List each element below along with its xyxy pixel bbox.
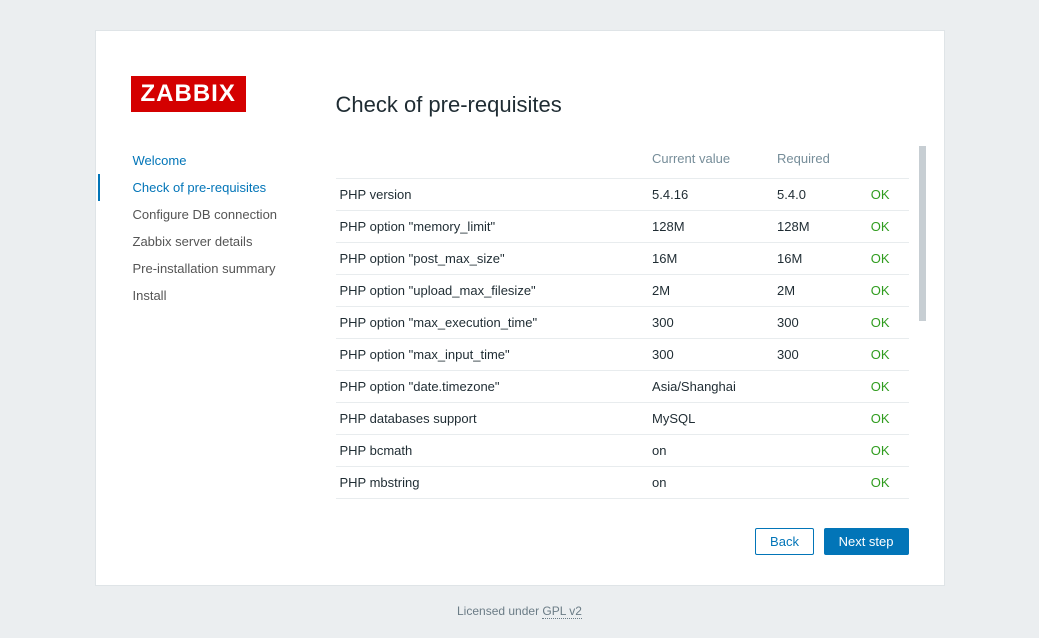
- back-button[interactable]: Back: [755, 528, 814, 555]
- main-content: Check of pre-requisites Current value Re…: [311, 147, 944, 555]
- cell-current-value: off: [648, 499, 773, 504]
- table-row: PHP option "post_max_size"16M16MOK: [336, 243, 909, 275]
- cell-name: PHP option "mbstring.func_overload": [336, 499, 649, 504]
- cell-current-value: 16M: [648, 243, 773, 275]
- cell-status: OK: [867, 435, 909, 467]
- button-bar: Back Next step: [336, 528, 909, 555]
- cell-status: OK: [867, 371, 909, 403]
- setup-panel: ZABBIX WelcomeCheck of pre-requisitesCon…: [95, 30, 945, 586]
- sidebar-item-step-0[interactable]: Welcome: [98, 147, 311, 174]
- cell-status: OK: [867, 499, 909, 504]
- cell-name: PHP bcmath: [336, 435, 649, 467]
- table-row: PHP option "upload_max_filesize"2M2MOK: [336, 275, 909, 307]
- cell-name: PHP option "max_input_time": [336, 339, 649, 371]
- footer-text: Licensed under: [457, 604, 542, 618]
- cell-required-value: off: [773, 499, 867, 504]
- table-row: PHP bcmathon OK: [336, 435, 909, 467]
- table-row: PHP option "mbstring.func_overload"offof…: [336, 499, 909, 504]
- cell-current-value: on: [648, 467, 773, 499]
- cell-current-value: 2M: [648, 275, 773, 307]
- cell-required-value: 5.4.0: [773, 179, 867, 211]
- cell-current-value: 5.4.16: [648, 179, 773, 211]
- cell-name: PHP option "max_execution_time": [336, 307, 649, 339]
- table-row: PHP option "max_input_time"300300OK: [336, 339, 909, 371]
- cell-current-value: Asia/Shanghai: [648, 371, 773, 403]
- cell-status: OK: [867, 339, 909, 371]
- footer: Licensed under GPL v2: [0, 604, 1039, 618]
- sidebar-item-step-3[interactable]: Zabbix server details: [98, 228, 311, 255]
- cell-status: OK: [867, 403, 909, 435]
- cell-current-value: 300: [648, 339, 773, 371]
- sidebar-item-step-1[interactable]: Check of pre-requisites: [98, 174, 311, 201]
- page-title: Check of pre-requisites: [336, 92, 909, 118]
- cell-current-value: 128M: [648, 211, 773, 243]
- col-header-required: Required: [773, 143, 867, 179]
- col-header-current: Current value: [648, 143, 773, 179]
- cell-name: PHP databases support: [336, 403, 649, 435]
- gpl-license-link[interactable]: GPL v2: [542, 604, 582, 619]
- cell-required-value: 300: [773, 339, 867, 371]
- sidebar-item-step-2[interactable]: Configure DB connection: [98, 201, 311, 228]
- cell-status: OK: [867, 179, 909, 211]
- cell-required-value: 300: [773, 307, 867, 339]
- table-row: PHP version5.4.165.4.0OK: [336, 179, 909, 211]
- cell-status: OK: [867, 275, 909, 307]
- table-row: PHP option "memory_limit"128M128MOK: [336, 211, 909, 243]
- cell-required-value: 2M: [773, 275, 867, 307]
- cell-name: PHP option "date.timezone": [336, 371, 649, 403]
- cell-name: PHP option "upload_max_filesize": [336, 275, 649, 307]
- cell-required-value: [773, 435, 867, 467]
- cell-name: PHP version: [336, 179, 649, 211]
- table-row: PHP option "date.timezone"Asia/Shanghai O…: [336, 371, 909, 403]
- setup-sidebar: WelcomeCheck of pre-requisitesConfigure …: [96, 147, 311, 555]
- next-step-button[interactable]: Next step: [824, 528, 909, 555]
- cell-required-value: 16M: [773, 243, 867, 275]
- col-header-name: [336, 143, 649, 179]
- prerequisites-table: Current value Required PHP version5.4.16…: [336, 143, 909, 503]
- cell-status: OK: [867, 307, 909, 339]
- cell-required-value: 128M: [773, 211, 867, 243]
- cell-name: PHP mbstring: [336, 467, 649, 499]
- prerequisites-table-wrapper: Current value Required PHP version5.4.16…: [336, 143, 909, 503]
- table-row: PHP databases supportMySQL OK: [336, 403, 909, 435]
- cell-current-value: MySQL: [648, 403, 773, 435]
- cell-required-value: [773, 371, 867, 403]
- table-row: PHP option "max_execution_time"300300OK: [336, 307, 909, 339]
- cell-name: PHP option "memory_limit": [336, 211, 649, 243]
- table-row: PHP mbstringon OK: [336, 467, 909, 499]
- cell-status: OK: [867, 211, 909, 243]
- sidebar-item-step-4[interactable]: Pre-installation summary: [98, 255, 311, 282]
- zabbix-logo: ZABBIX: [131, 76, 246, 112]
- cell-name: PHP option "post_max_size": [336, 243, 649, 275]
- cell-current-value: 300: [648, 307, 773, 339]
- cell-required-value: [773, 467, 867, 499]
- cell-status: OK: [867, 243, 909, 275]
- cell-required-value: [773, 403, 867, 435]
- cell-status: OK: [867, 467, 909, 499]
- col-header-status: [867, 143, 909, 179]
- sidebar-item-step-5[interactable]: Install: [98, 282, 311, 309]
- cell-current-value: on: [648, 435, 773, 467]
